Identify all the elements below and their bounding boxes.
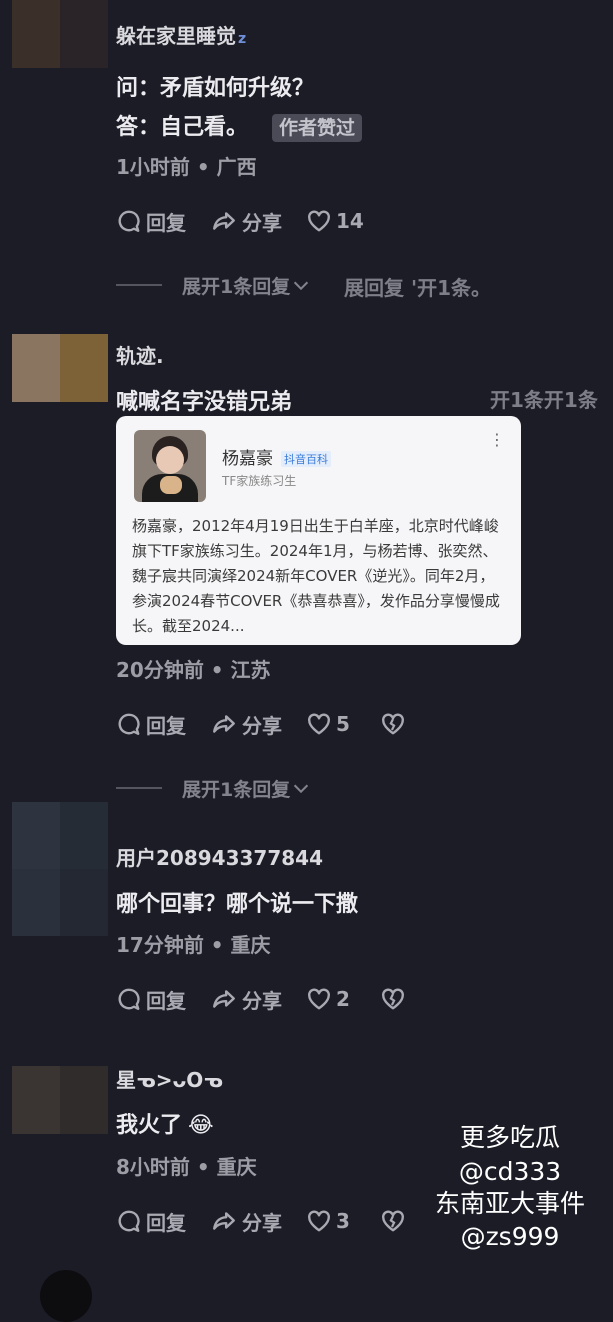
author-liked-badge: 作者赞过 (272, 114, 363, 142)
avatar[interactable] (12, 802, 108, 936)
divider-line (116, 284, 162, 286)
divider-line (116, 787, 162, 789)
watermark-line: @cd333 (458, 1157, 562, 1186)
broken-heart-icon (380, 986, 406, 1012)
share-icon (210, 711, 238, 737)
comment-actions: 回复 分享 5 (116, 709, 434, 739)
like-button[interactable]: 3 (306, 1208, 350, 1234)
watermark-line: @zs999 (460, 1222, 560, 1251)
dislike-button[interactable] (380, 1208, 410, 1234)
comment-username[interactable]: 用户208943377844 (116, 842, 323, 871)
comment-text: 问：矛盾如何升级？ (116, 76, 315, 101)
dislike-button[interactable] (380, 711, 410, 737)
share-icon (210, 208, 238, 234)
heart-icon (306, 711, 332, 737)
laughing-crying-icon: 😂 (188, 1113, 214, 1138)
avatar[interactable] (12, 334, 108, 402)
share-icon (210, 986, 238, 1012)
comment-meta: 20分钟前 • 江苏 (116, 658, 271, 682)
heart-icon (306, 986, 332, 1012)
profile-photo (134, 430, 206, 502)
overlay-ghost-text: 开1条开1条 (490, 388, 598, 412)
comment-meta: 17分钟前 • 重庆 (116, 933, 271, 957)
card-name: 杨嘉豪 抖音百科 (222, 444, 331, 469)
share-button[interactable]: 分享 (210, 207, 282, 236)
like-count: 14 (336, 209, 364, 233)
more-icon[interactable]: ⋮ (489, 430, 505, 449)
heart-icon (306, 1208, 332, 1234)
reply-icon (116, 208, 142, 234)
reply-icon (116, 1208, 142, 1234)
comment-username[interactable]: 轨迹. (116, 340, 164, 369)
card-subtitle: TF家族练习生 (222, 474, 297, 488)
share-button[interactable]: 分享 (210, 985, 282, 1014)
comment-actions: 回复 分享 3 (116, 1206, 434, 1236)
like-count: 2 (336, 987, 350, 1011)
comment-text: 喊喊名字没错兄弟 (116, 390, 293, 415)
share-button[interactable]: 分享 (210, 1207, 282, 1236)
watermark-line: 更多吃瓜 (459, 1123, 560, 1152)
reply-icon (116, 986, 142, 1012)
expand-replies-button[interactable]: 展开1条回复 (116, 775, 312, 801)
comment-text: 我火了 😂 (116, 1113, 214, 1138)
expand-replies-button[interactable]: 展开1条回复 (116, 272, 312, 298)
avatar[interactable] (12, 1066, 108, 1134)
comment-meta: 1小时前 • 广西 (116, 155, 257, 179)
like-count: 3 (336, 1209, 350, 1233)
chevron-down-icon (290, 777, 312, 799)
reply-icon (116, 711, 142, 737)
chevron-down-icon (290, 274, 312, 296)
like-button[interactable]: 14 (306, 208, 364, 234)
avatar[interactable] (12, 0, 108, 68)
reply-button[interactable]: 回复 (116, 710, 186, 739)
broken-heart-icon (380, 711, 406, 737)
comment-text: 哪个回事？哪个说一下撒 (116, 892, 359, 917)
comment-username[interactable]: 星ᓀ>ᴗOᓀ (116, 1064, 223, 1093)
encyclopedia-card[interactable]: 杨嘉豪 抖音百科 TF家族练习生 ⋮ 杨嘉豪，2012年4月19日出生于白羊座，北… (116, 416, 521, 645)
like-count: 5 (336, 712, 350, 736)
share-button[interactable]: 分享 (210, 710, 282, 739)
like-button[interactable]: 5 (306, 711, 350, 737)
like-button[interactable]: 2 (306, 986, 350, 1012)
reply-button[interactable]: 回复 (116, 985, 186, 1014)
avatar[interactable] (40, 1270, 92, 1322)
watermark-line: 东南亚大事件 (434, 1189, 585, 1218)
reply-button[interactable]: 回复 (116, 1207, 186, 1236)
share-icon (210, 1208, 238, 1234)
comment-username[interactable]: 躲在家里睡觉 z (116, 20, 246, 49)
sleep-icon: z (238, 31, 247, 47)
heart-icon (306, 208, 332, 234)
reply-button[interactable]: 回复 (116, 207, 186, 236)
dislike-button[interactable] (380, 986, 410, 1012)
card-body: 杨嘉豪，2012年4月19日出生于白羊座，北京时代峰峻旗下TF家族练习生。202… (132, 517, 500, 635)
comment-actions: 回复 分享 2 (116, 984, 434, 1014)
card-tag: 抖音百科 (281, 451, 331, 467)
comment-meta: 8小时前 • 重庆 (116, 1155, 257, 1179)
overlay-ghost-text: 展回复 '开1条。 (344, 276, 492, 300)
comment-actions: 回复 分享 14 (116, 206, 388, 236)
broken-heart-icon (380, 1208, 406, 1234)
comment-text: 答：自己看。 作者赞过 (116, 109, 363, 142)
